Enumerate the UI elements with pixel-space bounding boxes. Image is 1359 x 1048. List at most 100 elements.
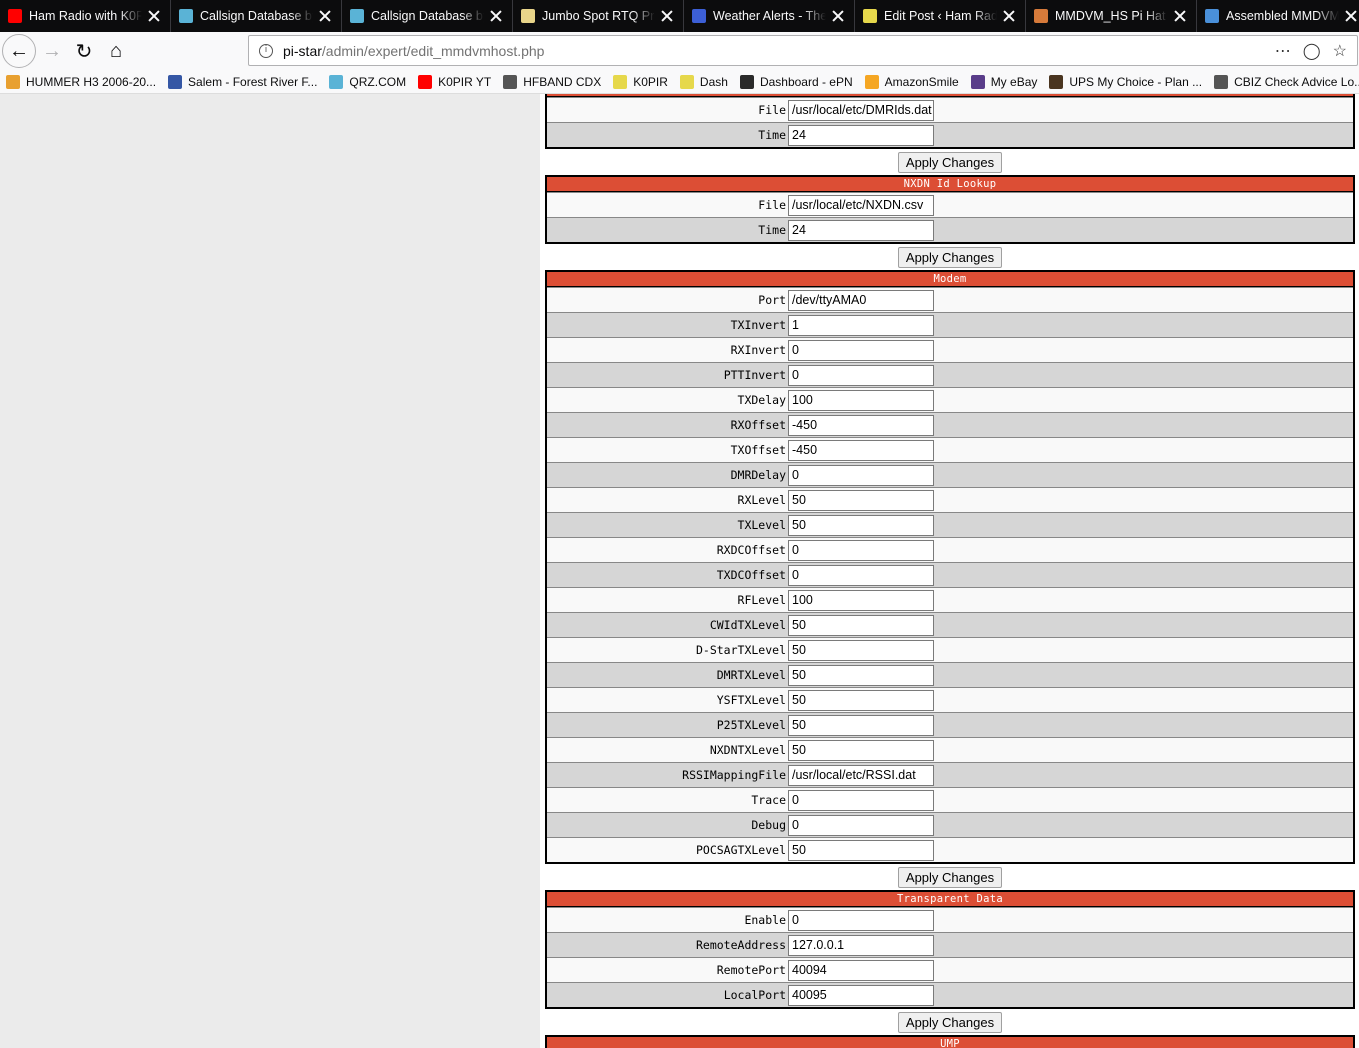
site-info-icon[interactable]: i (259, 43, 273, 58)
bookmark-item[interactable]: HFBAND CDX (497, 74, 607, 89)
config-value-input[interactable]: 100 (788, 389, 934, 411)
config-value-input[interactable]: 1 (788, 314, 934, 336)
browser-tab[interactable]: Ham Radio with K0PIR (0, 0, 171, 32)
bookmark-item[interactable]: Dashboard - ePN (734, 74, 859, 89)
config-key-label: RSSIMappingFile (682, 768, 786, 782)
config-value-input[interactable]: 100 (788, 589, 934, 611)
bookmark-item[interactable]: QRZ.COM (323, 74, 412, 89)
config-value-input[interactable]: 0 (788, 339, 934, 361)
config-value-input[interactable]: 24 (788, 219, 934, 241)
diamond-icon (613, 74, 628, 89)
url-bar[interactable]: i pi-star/admin/expert/edit_mmdvmhost.ph… (248, 35, 1358, 66)
config-value-input[interactable]: 50 (788, 689, 934, 711)
config-row: RemotePort 40094 (547, 957, 1353, 982)
bookmark-item[interactable]: Salem - Forest River F... (162, 74, 323, 89)
config-value-input[interactable]: 40094 (788, 959, 934, 981)
section-title: Modem (547, 272, 1353, 287)
config-value-input[interactable]: 50 (788, 639, 934, 661)
bookmark-item[interactable]: My eBay (965, 74, 1044, 89)
globe-icon (1214, 74, 1229, 89)
close-tab-icon[interactable] (830, 8, 846, 24)
config-value-input[interactable]: 0 (788, 464, 934, 486)
config-key-label: RXDCOffset (716, 543, 786, 557)
config-value-input[interactable]: 50 (788, 739, 934, 761)
config-value-input[interactable]: 50 (788, 714, 934, 736)
bookmark-item[interactable]: K0PIR YT (412, 74, 497, 89)
browser-tab[interactable]: Edit Post ‹ Ham Radio (855, 0, 1026, 32)
pocket-icon[interactable]: ◯ (1303, 41, 1321, 61)
config-value-input[interactable]: 50 (788, 489, 934, 511)
close-tab-icon[interactable] (488, 8, 504, 24)
config-key-label: RemotePort (716, 963, 786, 977)
config-row: RSSIMappingFile/usr/local/etc/RSSI.dat (547, 762, 1353, 787)
bookmark-item[interactable]: HUMMER H3 2006-20... (0, 74, 162, 89)
config-row: TXLevel 50 (547, 512, 1353, 537)
config-key-label: P25TXLevel (716, 718, 786, 732)
config-value-input[interactable]: 50 (788, 664, 934, 686)
tab-strip: Ham Radio with K0PIR Callsign Database by… (0, 0, 1359, 32)
config-value-input[interactable]: 40095 (788, 984, 934, 1006)
config-value-input[interactable]: 0 (788, 364, 934, 386)
browser-tab[interactable]: Callsign Database by QRZ (171, 0, 342, 32)
apply-changes-button[interactable]: Apply Changes (898, 867, 1002, 888)
config-value-input[interactable]: /usr/local/etc/RSSI.dat (788, 764, 934, 786)
browser-tab[interactable]: Callsign Database by QRZ (342, 0, 513, 32)
qrz-icon (179, 9, 193, 23)
close-tab-icon[interactable] (659, 8, 675, 24)
config-value-input[interactable]: 0 (788, 564, 934, 586)
config-content: File/usr/local/etc/DMRIds.dat Time 24 Apply… (540, 94, 1359, 1048)
browser-tab[interactable]: Weather Alerts - The (684, 0, 855, 32)
config-value-input[interactable]: /dev/ttyAMA0 (788, 289, 934, 311)
config-row: Enable 0 (547, 907, 1353, 932)
tab-title: Edit Post ‹ Ham Radio (884, 9, 997, 23)
apply-changes-button[interactable]: Apply Changes (898, 247, 1002, 268)
config-key-label: DMRDelay (730, 468, 786, 482)
config-key-label: RXInvert (730, 343, 786, 357)
config-value-input[interactable]: 0 (788, 814, 934, 836)
config-value-input[interactable]: /usr/local/etc/NXDN.csv (788, 194, 934, 216)
close-tab-icon[interactable] (317, 8, 333, 24)
browser-tab[interactable]: Jumbo Spot RTQ Pro (513, 0, 684, 32)
config-value-input[interactable]: 50 (788, 514, 934, 536)
config-row: RXOffset -450 (547, 412, 1353, 437)
config-value-input[interactable]: /usr/local/etc/DMRIds.dat (788, 99, 934, 121)
config-row: TXOffset -450 (547, 437, 1353, 462)
page-actions-icon[interactable]: ⋯ (1275, 41, 1291, 61)
config-value-input[interactable]: 0 (788, 909, 934, 931)
config-section: NXDN Id Lookup File/usr/local/etc/NXDN.cs… (545, 175, 1355, 244)
config-value-input[interactable]: -450 (788, 439, 934, 461)
config-key-label: PTTInvert (723, 368, 786, 382)
apply-changes-button[interactable]: Apply Changes (898, 1012, 1002, 1033)
config-value-input[interactable]: 50 (788, 614, 934, 636)
youtube-icon (418, 74, 433, 89)
browser-tab[interactable]: MMDVM_HS Pi Hat (1026, 0, 1197, 32)
config-value-input[interactable]: 0 (788, 539, 934, 561)
bookmark-item[interactable]: AmazonSmile (859, 74, 965, 89)
home-icon[interactable]: ⌂ (100, 35, 132, 67)
section-title: Transparent Data (547, 892, 1353, 907)
close-tab-icon[interactable] (1343, 8, 1359, 24)
close-tab-icon[interactable] (146, 8, 162, 24)
close-tab-icon[interactable] (1172, 8, 1188, 24)
close-tab-icon[interactable] (1001, 8, 1017, 24)
bookmark-item[interactable]: UPS My Choice - Plan ... (1043, 74, 1208, 89)
ups-icon (1049, 74, 1064, 89)
config-value-input[interactable]: 24 (788, 124, 934, 146)
amazon-icon (864, 74, 879, 89)
browser-tab[interactable]: Assembled MMDVM (1197, 0, 1359, 32)
reload-icon[interactable]: ↻ (68, 35, 100, 67)
bookmark-item[interactable]: Dash (674, 74, 734, 89)
rainbow-icon (1205, 9, 1219, 23)
config-value-input[interactable]: -450 (788, 414, 934, 436)
config-value-input[interactable]: 50 (788, 839, 934, 861)
bookmark-label: My eBay (990, 74, 1038, 89)
forward-arrow-icon[interactable]: → (36, 35, 68, 67)
bookmark-item[interactable]: K0PIR (607, 74, 674, 89)
config-value-input[interactable]: 127.0.0.1 (788, 934, 934, 956)
bookmark-item[interactable]: CBIZ Check Advice Lo... (1208, 74, 1359, 89)
apply-changes-button[interactable]: Apply Changes (898, 152, 1002, 173)
back-arrow-icon[interactable]: ← (2, 34, 36, 68)
config-value-input[interactable]: 0 (788, 789, 934, 811)
config-row: Time 24 (547, 217, 1353, 242)
bookmark-star-icon[interactable]: ☆ (1333, 41, 1347, 61)
